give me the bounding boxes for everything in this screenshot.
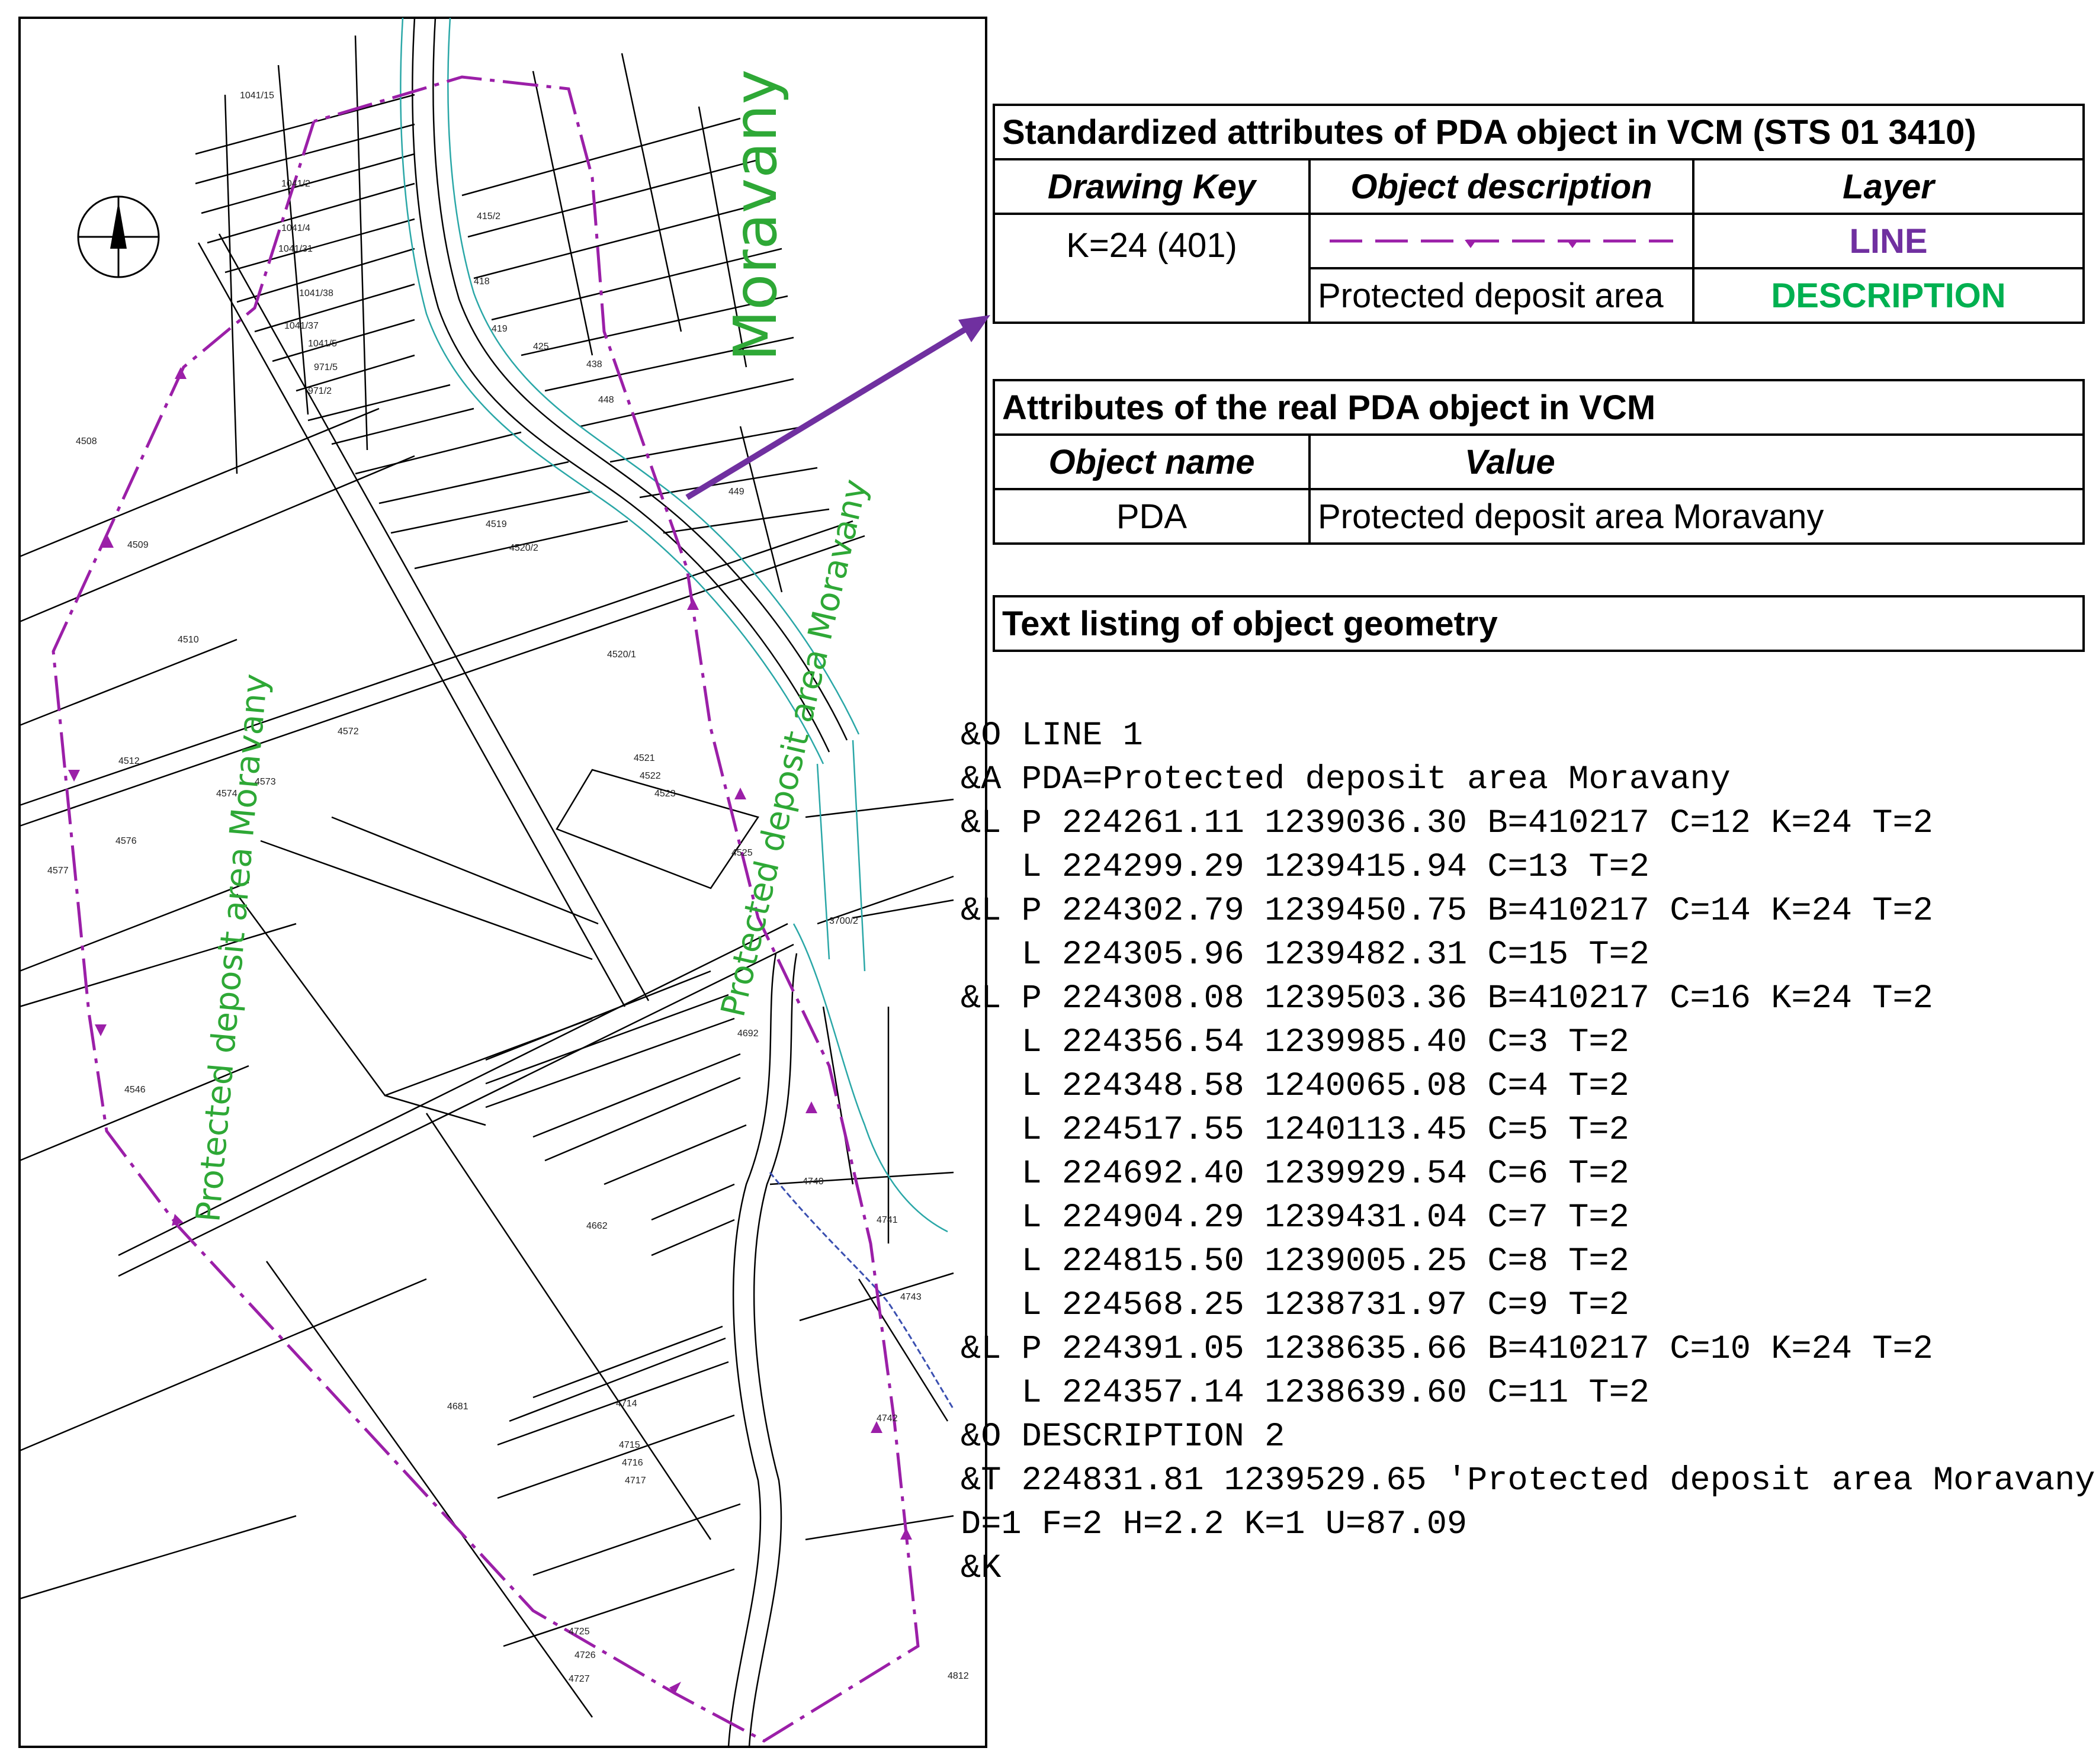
listing-line: L 224299.29 1239415.94 C=13 T=2 [961, 849, 1649, 886]
header-layer: Layer [1692, 158, 2085, 215]
parcel-number: 4574 [216, 789, 237, 799]
parcel-number: 4743 [900, 1292, 922, 1302]
parcel-number: 418 [474, 277, 490, 287]
listing-line: L 224348.58 1240065.08 C=4 T=2 [961, 1068, 1629, 1106]
parcel-number: 4576 [115, 836, 137, 846]
parcel-number: 4510 [178, 635, 199, 645]
parcel-number: 4573 [255, 777, 276, 787]
real-attributes-table: Attributes of the real PDA object in VCM… [993, 379, 2085, 545]
parcel-number: 4742 [877, 1413, 898, 1424]
listing-title: Text listing of object geometry [993, 595, 2085, 652]
parcel-number: 1041/38 [299, 288, 333, 298]
listing-line: L 224356.54 1239985.40 C=3 T=2 [961, 1024, 1629, 1062]
parcel-number: 1041/15 [240, 91, 274, 101]
listing-line: &L P 224391.05 1238635.66 B=410217 C=10 … [961, 1331, 1933, 1368]
parcel-number: 4726 [575, 1650, 596, 1660]
parcel-number: 1041/37 [284, 321, 319, 331]
parcel-number: 4716 [622, 1458, 643, 1468]
parcel-number: 4508 [76, 436, 97, 446]
object-name-value: PDA [993, 488, 1311, 545]
parcel-number: 1041/31 [278, 244, 313, 254]
listing-line: L 224904.29 1239431.04 C=7 T=2 [961, 1199, 1629, 1237]
layer-line: LINE [1692, 213, 2085, 269]
parcel-number: 4572 [338, 727, 359, 737]
description-text: Protected deposit area [1308, 267, 1694, 324]
listing-line: &K [961, 1550, 1002, 1588]
parcel-number: 1041/4 [281, 223, 310, 233]
parcel-number: 4714 [616, 1399, 637, 1409]
header-value: Value [1308, 433, 2085, 490]
parcel-number: 4577 [47, 866, 69, 876]
parcel-number: 4519 [486, 519, 507, 529]
parcel-number: 4715 [619, 1440, 640, 1450]
header-object-description: Object description [1308, 158, 1694, 215]
geometry-listing: &O LINE 1 &A PDA=Protected deposit area … [961, 714, 2099, 1591]
parcel-number: 4725 [569, 1627, 590, 1637]
listing-line: &O DESCRIPTION 2 [961, 1418, 1285, 1456]
parcel-number: 971/2 [308, 386, 332, 396]
parcel-number: 1041/2 [281, 179, 310, 189]
parcel-number: 415/2 [477, 211, 500, 221]
layer-description: DESCRIPTION [1692, 267, 2085, 324]
parcel-number: 438 [586, 359, 602, 369]
object-value: Protected deposit area Moravany [1308, 488, 2085, 545]
parcel-number: 4812 [948, 1671, 969, 1681]
dashed-boundary-line-icon [1330, 239, 1673, 248]
parcel-number: 1041/5 [308, 339, 337, 349]
map-frame [18, 17, 987, 1748]
line-symbol-cell [1308, 213, 1694, 269]
parcel-number: 4520/1 [607, 650, 636, 660]
drawing-key-value: K=24 (401) [993, 213, 1311, 324]
parcel-number: 4692 [737, 1029, 759, 1039]
parcel-number: 448 [598, 395, 614, 405]
parcel-number: 4662 [586, 1221, 608, 1231]
listing-line: &L P 224302.79 1239450.75 B=410217 C=14 … [961, 892, 1933, 930]
listing-line: L 224692.40 1239929.54 C=6 T=2 [961, 1155, 1629, 1193]
header-object-name: Object name [993, 433, 1311, 490]
listing-line: &T 224831.81 1239529.65 'Protected depos… [961, 1462, 2099, 1500]
listing-line: &A PDA=Protected deposit area Moravany [961, 761, 1731, 799]
parcel-number: 971/5 [314, 362, 338, 372]
parcel-number: 449 [728, 487, 744, 497]
parcel-number: 4522 [640, 771, 661, 781]
parcel-number: 4520/2 [509, 543, 538, 553]
listing-line: L 224815.50 1239005.25 C=8 T=2 [961, 1243, 1629, 1281]
header-drawing-key: Drawing Key [993, 158, 1311, 215]
parcel-number: 4681 [447, 1402, 468, 1412]
listing-line: D=1 F=2 H=2.2 K=1 U=87.09 [961, 1506, 1468, 1544]
listing-line: L 224568.25 1238731.97 C=9 T=2 [961, 1287, 1629, 1325]
listing-line: L 224305.96 1239482.31 C=15 T=2 [961, 936, 1649, 974]
parcel-number: 425 [533, 342, 549, 352]
parcel-number: 4521 [634, 753, 655, 763]
parcel-number: 4523 [654, 789, 676, 799]
parcel-number: 4740 [803, 1177, 824, 1187]
listing-title-table: Text listing of object geometry [993, 595, 2085, 652]
listing-line: L 224357.14 1238639.60 C=11 T=2 [961, 1374, 1649, 1412]
listing-line: &L P 224261.11 1239036.30 B=410217 C=12 … [961, 805, 1933, 843]
parcel-number: 4741 [877, 1215, 898, 1225]
parcel-number: 3700/2 [829, 916, 858, 926]
standardized-attributes-table: Standardized attributes of PDA object in… [993, 104, 2085, 324]
place-label-moravany: Moravany [721, 69, 790, 361]
parcel-number: 4512 [118, 756, 140, 766]
parcel-number: 4509 [127, 540, 149, 550]
parcel-number: 4727 [569, 1674, 590, 1684]
north-arrow-icon [77, 195, 160, 278]
parcel-number: 4546 [124, 1085, 146, 1095]
listing-line: L 224517.55 1240113.45 C=5 T=2 [961, 1111, 1629, 1149]
parcel-number: 4717 [625, 1476, 646, 1486]
listing-line: &L P 224308.08 1239503.36 B=410217 C=16 … [961, 980, 1933, 1018]
real-attributes-title: Attributes of the real PDA object in VCM [993, 379, 2085, 436]
standardized-attributes-title: Standardized attributes of PDA object in… [993, 104, 2085, 160]
parcel-number: 419 [492, 324, 508, 334]
listing-line: &O LINE 1 [961, 717, 1143, 755]
parcel-number: 4525 [731, 848, 753, 858]
